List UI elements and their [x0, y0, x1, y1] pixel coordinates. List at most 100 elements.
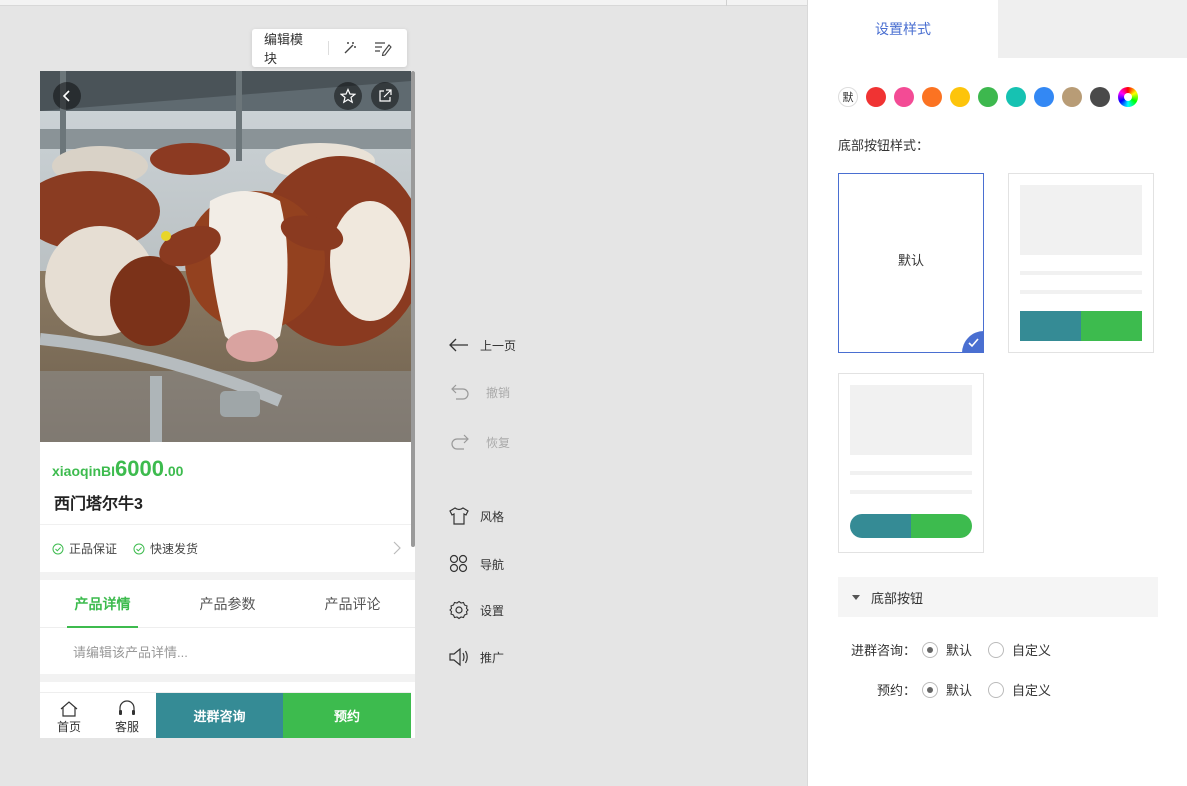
color-swatches: 默: [838, 87, 1146, 107]
price-unit: xiaoqinBI: [52, 463, 116, 479]
guarantee-label: 快速发货: [150, 542, 199, 556]
swatch-orange[interactable]: [922, 87, 942, 107]
product-title: 西门塔尔牛3: [54, 496, 143, 513]
gear-icon: [449, 600, 469, 620]
bottom-button-section-toggle[interactable]: 底部按钮: [838, 577, 1158, 617]
price: xiaoqinBI 6000 .00: [52, 456, 403, 482]
price-decimal: .00: [163, 463, 184, 479]
tshirt-icon: [449, 507, 469, 525]
guarantee-label: 正品保证: [69, 542, 118, 556]
swatch-teal[interactable]: [1006, 87, 1026, 107]
consult-row-label: 进群咨询：: [850, 643, 916, 658]
reserve-custom-option[interactable]: 自定义: [988, 680, 1051, 699]
section-title: 底部按钮: [871, 590, 924, 606]
chevron-left-icon: [62, 90, 70, 102]
check-circle-icon: [133, 543, 145, 554]
preview-scrollbar[interactable]: [411, 71, 415, 547]
swatch-tan[interactable]: [1062, 87, 1082, 107]
top-divider: [0, 0, 807, 6]
guarantee-row[interactable]: 正品保证 快速发货: [40, 525, 415, 572]
share-button[interactable]: [371, 82, 399, 110]
undo-label: 撤销: [486, 385, 511, 400]
headset-icon: [119, 700, 135, 715]
settings-label: 设置: [480, 603, 505, 618]
service-button[interactable]: 客服: [98, 693, 156, 738]
share-icon: [379, 89, 392, 102]
home-button[interactable]: 首页: [40, 693, 98, 738]
tab-set-style[interactable]: 设置样式: [808, 0, 998, 58]
swatch-default[interactable]: 默: [838, 87, 858, 107]
consult-default-option[interactable]: 默认: [922, 640, 972, 659]
reserve-radio-row: 预约： 默认 自定义: [838, 680, 1067, 699]
redo-icon: [451, 434, 469, 450]
style-card-split-rounded[interactable]: [838, 373, 984, 553]
promote-label: 推广: [480, 650, 505, 665]
product-tabs: 产品详情 产品参数 产品评论: [40, 580, 415, 628]
undo-button[interactable]: 撤销: [448, 380, 538, 404]
option-label: 自定义: [1012, 643, 1052, 658]
redo-label: 恢复: [486, 435, 511, 450]
price-block: xiaoqinBI 6000 .00 西门塔尔牛3: [40, 442, 415, 525]
option-label: 默认: [946, 683, 973, 698]
consult-custom-option[interactable]: 自定义: [988, 640, 1051, 659]
product-image: [40, 71, 411, 442]
prev-page-label: 上一页: [480, 338, 517, 353]
phone-preview: xiaoqinBI 6000 .00 西门塔尔牛3 正品保证 快速发货 产品详情…: [40, 71, 415, 738]
swatch-red[interactable]: [866, 87, 886, 107]
tab-product-reviews[interactable]: 产品评论: [290, 580, 415, 627]
swatch-pink[interactable]: [894, 87, 914, 107]
caret-down-icon: [852, 594, 860, 600]
magic-wand-icon[interactable]: [341, 38, 360, 58]
panel-tabs: 设置样式: [808, 0, 1187, 58]
consult-radio-row: 进群咨询： 默认 自定义: [838, 640, 1067, 659]
style-button[interactable]: 风格: [448, 504, 538, 528]
radio-icon: [922, 681, 938, 698]
undo-icon: [451, 384, 469, 400]
reserve-button[interactable]: 预约: [283, 693, 411, 738]
swatch-blue[interactable]: [1034, 87, 1054, 107]
check-circle-icon: [52, 543, 64, 554]
arrow-left-icon: [449, 338, 468, 352]
promote-button[interactable]: 推广: [448, 645, 538, 669]
favorite-button[interactable]: [334, 82, 362, 110]
radio-icon: [988, 681, 1005, 698]
guarantee-fast-delivery: 快速发货: [133, 540, 198, 557]
swatch-green[interactable]: [978, 87, 998, 107]
redo-button[interactable]: 恢复: [448, 430, 538, 454]
settings-button[interactable]: 设置: [448, 598, 538, 622]
swatch-dark-gray[interactable]: [1090, 87, 1110, 107]
grid-nav-icon: [449, 554, 468, 573]
bottom-bar: 首页 客服 进群咨询 预约: [40, 692, 411, 738]
selected-check-icon: [958, 331, 984, 353]
radio-icon: [922, 641, 938, 658]
speaker-icon: [449, 647, 468, 667]
guarantee-authentic: 正品保证: [52, 540, 117, 557]
price-integer: 6000: [115, 456, 164, 481]
module-toolbar: 编辑模块: [252, 29, 407, 67]
radio-icon: [988, 641, 1005, 658]
service-label: 客服: [114, 720, 139, 734]
chevron-right-icon: [393, 541, 401, 555]
detail-placeholder: 请编辑该产品详情...: [73, 644, 188, 660]
style-label: 风格: [480, 509, 505, 524]
style-card-default-label: 默认: [897, 253, 924, 268]
prev-page-button[interactable]: 上一页: [448, 333, 538, 357]
consult-button[interactable]: 进群咨询: [156, 693, 283, 738]
option-label: 自定义: [1012, 683, 1052, 698]
edit-list-icon[interactable]: [374, 38, 393, 58]
swatch-yellow[interactable]: [950, 87, 970, 107]
home-icon: [60, 701, 78, 717]
home-label: 首页: [56, 720, 81, 734]
style-card-split-square[interactable]: [1008, 173, 1154, 353]
navigation-button[interactable]: 导航: [448, 552, 538, 576]
custom-color-picker[interactable]: [1118, 87, 1138, 107]
tab-product-details[interactable]: 产品详情: [40, 580, 165, 628]
bottom-button-style-label: 底部按钮样式：: [838, 138, 930, 153]
tab-product-params[interactable]: 产品参数: [165, 580, 290, 627]
star-icon: [340, 88, 356, 104]
back-button[interactable]: [53, 82, 81, 110]
style-card-default[interactable]: 默认: [838, 173, 984, 353]
option-label: 默认: [946, 643, 973, 658]
reserve-default-option[interactable]: 默认: [922, 680, 972, 699]
edit-module-button[interactable]: 编辑模块: [264, 29, 314, 67]
